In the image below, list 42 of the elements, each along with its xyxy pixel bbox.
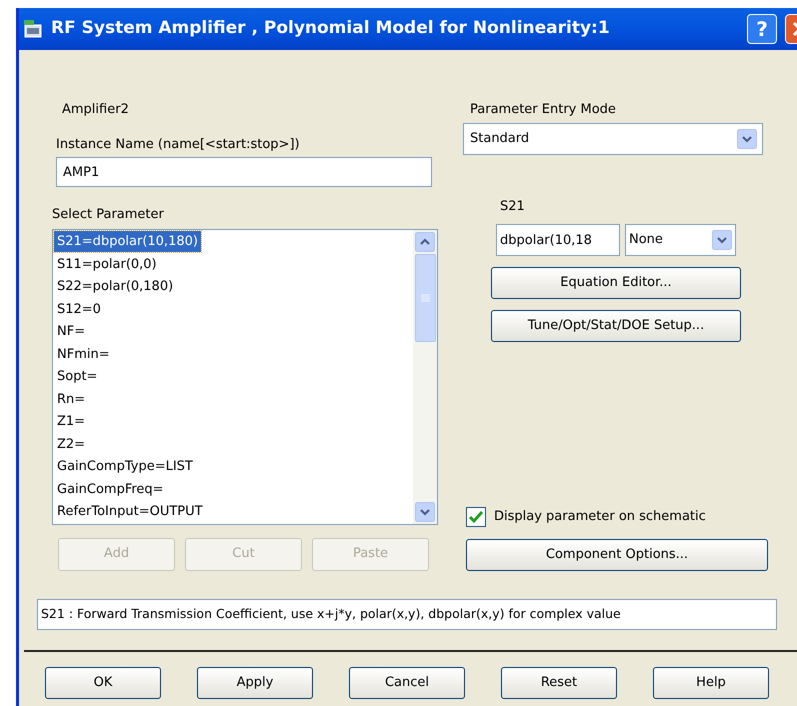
component-options-button[interactable]: Component Options... [466,538,768,570]
parameter-list-item[interactable]: Z1= [54,411,88,432]
scroll-down-icon[interactable] [415,502,435,522]
parameter-list-item[interactable]: ReferToInput=OUTPUT [54,501,206,522]
parameter-list-item[interactable]: S12=0 [54,298,104,320]
parameter-list-item[interactable]: S22=polar(0,180) [54,276,176,298]
parameter-list-item[interactable]: S11=polar(0,0) [54,254,160,275]
entry-mode-label: Parameter Entry Mode [470,101,617,119]
scroll-thumb[interactable] [414,254,436,342]
app-icon [23,19,43,39]
parameter-list-item[interactable]: Sopt= [54,366,100,388]
check-icon [469,510,483,522]
parameter-list-item[interactable]: NF= [54,321,88,342]
parameter-list-item[interactable]: GainCompType=LIST [54,456,196,478]
display-checkbox[interactable] [466,506,486,526]
scrollbar[interactable] [413,230,437,524]
parameter-list-item[interactable]: Rn= [54,388,88,410]
window-title: RF System Amplifier , Polynomial Model for Nonlinearity:1 [51,17,611,40]
parameter-name-label: S21 [500,198,526,216]
description-field: S21 : Forward Transmission Coefficient, use x+j*y, polar(x,y), dbpolar(x,y) for complex value [37,598,777,630]
select-parameter-label: Select Parameter [52,206,165,224]
dialog-button[interactable]: Apply [197,666,313,698]
entry-mode-dropdown[interactable]: Standard [463,122,763,154]
parameter-list-item[interactable]: GainCompFreq= [54,478,167,500]
scroll-up-icon[interactable] [415,232,435,252]
grip-icon [420,294,430,302]
component-label: Amplifier2 [62,101,130,119]
editor-button[interactable]: Equation Editor... [491,267,741,299]
dialog-button[interactable]: Reset [501,666,617,698]
instance-name-label: Instance Name (name[<start:stop>]) [56,136,301,154]
parameter-list-item[interactable]: Z2= [54,434,88,455]
instance-name-field[interactable]: AMP1 [56,157,432,187]
dialog-button[interactable]: OK [45,666,161,698]
dialog-button[interactable]: Help [653,666,769,698]
dialog-button[interactable]: Cancel [349,666,465,698]
editor-button[interactable]: Tune/Opt/Stat/DOE Setup... [491,310,741,342]
parameter-list-item[interactable]: S21=dbpolar(10,180) [54,231,201,252]
unit-dropdown[interactable]: None [625,224,736,256]
parameter-list-item[interactable]: NFmin= [54,344,113,365]
display-checkbox-label: Display parameter on schematic [494,508,706,526]
help-button[interactable]: ? [747,14,777,44]
parameter-value-field[interactable]: dbpolar(10,18 [496,224,620,256]
